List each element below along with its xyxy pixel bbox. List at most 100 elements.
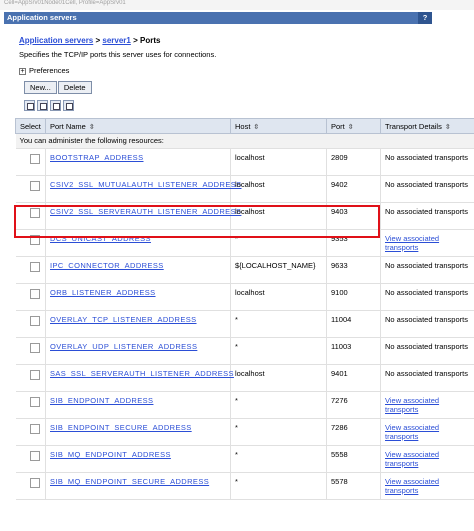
port-name-link[interactable]: SIB_MQ_ENDPOINT_ADDRESS <box>50 450 171 459</box>
port-name-cell: SIB_ENDPOINT_SECURE_ADDRESS <box>45 418 231 446</box>
view-transports-link[interactable]: View associated transports <box>385 477 439 495</box>
port-name-link[interactable]: OVERLAY_UDP_LISTENER_ADDRESS <box>50 342 197 351</box>
table-row: SIB_MQ_ENDPOINT_ADDRESS * 5558 View associa… <box>15 445 474 473</box>
row-checkbox[interactable] <box>29 370 40 380</box>
port-name-cell: CSIV2_SSL_MUTUALAUTH_LISTENER_ADDRESS <box>45 175 241 203</box>
table-row: OVERLAY_UDP_LISTENER_ADDRESS * 11003 No ass… <box>15 337 474 365</box>
table-header-row: Select Port Name ⇳ Host ⇳ Port ⇳ Transport … <box>15 118 474 134</box>
help-button[interactable]: ? <box>418 12 432 24</box>
port-name-link[interactable]: SIB_ENDPOINT_SECURE_ADDRESS <box>50 423 192 432</box>
view-transports-link[interactable]: View associated transports <box>385 423 439 441</box>
info-text: You can administer the following resourc… <box>15 133 474 149</box>
view-transports-link[interactable]: View associated transports <box>385 450 439 468</box>
expand-icon[interactable]: + <box>19 67 26 75</box>
host-cell: * <box>230 472 327 500</box>
sort-icon[interactable]: ⇳ <box>253 123 259 131</box>
header-port-name[interactable]: Port Name ⇳ <box>45 118 231 134</box>
host-cell: * <box>230 337 327 365</box>
sort-icon[interactable]: ⇳ <box>445 123 451 131</box>
row-checkbox[interactable] <box>29 343 40 353</box>
row-checkbox[interactable] <box>29 262 40 272</box>
port-name-cell: OVERLAY_TCP_LISTENER_ADDRESS <box>45 310 231 338</box>
header-transport-label[interactable]: Transport Details <box>385 122 442 131</box>
row-checkbox[interactable] <box>29 154 40 164</box>
transport-text: No associated transports <box>385 207 468 216</box>
host-cell: * <box>230 310 327 338</box>
table-row: SIB_MQ_ENDPOINT_SECURE_ADDRESS * 5578 View … <box>15 472 474 500</box>
port-name-link[interactable]: SIB_MQ_ENDPOINT_SECURE_ADDRESS <box>50 477 209 486</box>
transport-cell: No associated transports <box>380 310 474 338</box>
host-cell: * <box>230 445 327 473</box>
transport-cell: No associated transports <box>380 337 474 365</box>
table-row: ORB_LISTENER_ADDRESS localhost 9100 No asso… <box>15 283 474 311</box>
page-description: Specifies the TCP/IP ports this server u… <box>19 50 217 59</box>
row-checkbox[interactable] <box>29 316 40 326</box>
header-host-label[interactable]: Host <box>235 122 250 131</box>
row-checkbox[interactable] <box>29 424 40 434</box>
port-cell: 9100 <box>326 283 381 311</box>
port-name-link[interactable]: CSIV2_SSL_MUTUALAUTH_LISTENER_ADDRESS <box>50 180 242 189</box>
breadcrumb-separator: > <box>130 36 140 45</box>
table-row: SIB_ENDPOINT_ADDRESS * 7276 View associated… <box>15 391 474 419</box>
port-name-link[interactable]: SAS_SSL_SERVERAUTH_LISTENER_ADDRESS <box>50 369 234 378</box>
port-cell: 5558 <box>326 445 381 473</box>
table-toolbar <box>24 100 474 112</box>
delete-button[interactable]: Delete <box>57 81 92 94</box>
table-row: BOOTSTRAP_ADDRESS localhost 2809 No associa… <box>15 148 474 176</box>
preferences-label[interactable]: Preferences <box>29 66 69 75</box>
select-cell <box>15 175 46 203</box>
port-name-link[interactable]: BOOTSTRAP_ADDRESS <box>50 153 144 162</box>
context-strip: Cell=AppSrv01Node01Cell, Profile=AppSrv0… <box>0 0 474 10</box>
breadcrumb-current: Ports <box>139 36 161 45</box>
button-row: New... Delete <box>24 81 93 94</box>
port-name-link[interactable]: IPC_CONNECTOR_ADDRESS <box>50 261 164 270</box>
transport-cell: No associated transports <box>380 202 474 230</box>
header-port-name-label[interactable]: Port Name <box>50 122 86 131</box>
port-cell: 9402 <box>326 175 381 203</box>
breadcrumb-server1[interactable]: server1 <box>102 36 130 45</box>
select-all-icon[interactable] <box>24 100 35 111</box>
row-checkbox[interactable] <box>29 397 40 407</box>
breadcrumb-application-servers[interactable]: Application servers <box>19 36 93 45</box>
row-checkbox[interactable] <box>29 289 40 299</box>
info-row: You can administer the following resourc… <box>15 133 474 149</box>
transport-text: No associated transports <box>385 288 468 297</box>
header-transport[interactable]: Transport Details ⇳ <box>380 118 474 134</box>
host-cell: localhost <box>230 175 327 203</box>
transport-cell: No associated transports <box>380 256 474 284</box>
transport-cell: View associated transports <box>380 445 474 473</box>
transport-cell: No associated transports <box>380 364 474 392</box>
port-name-cell: SAS_SSL_SERVERAUTH_LISTENER_ADDRESS <box>45 364 234 392</box>
view-transports-link[interactable]: View associated transports <box>385 234 439 252</box>
new-button[interactable]: New... <box>24 81 57 94</box>
header-port-label[interactable]: Port <box>331 122 345 131</box>
view-transports-link[interactable]: View associated transports <box>385 396 439 414</box>
select-cell <box>15 472 46 500</box>
preferences-toggle[interactable]: + Preferences <box>19 66 69 75</box>
host-cell: ${LOCALHOST_NAME} <box>230 256 327 284</box>
port-name-cell: BOOTSTRAP_ADDRESS <box>45 148 231 176</box>
header-host[interactable]: Host ⇳ <box>230 118 327 134</box>
port-cell: 9401 <box>326 364 381 392</box>
sort-icon[interactable]: ⇳ <box>348 123 354 131</box>
show-filter-icon[interactable] <box>50 100 61 111</box>
port-name-cell: IPC_CONNECTOR_ADDRESS <box>45 256 231 284</box>
transport-text: No associated transports <box>385 261 468 270</box>
port-name-link[interactable]: SIB_ENDPOINT_ADDRESS <box>50 396 153 405</box>
clear-filter-icon[interactable] <box>63 100 74 111</box>
port-name-link[interactable]: ORB_LISTENER_ADDRESS <box>50 288 156 297</box>
port-name-link[interactable]: OVERLAY_TCP_LISTENER_ADDRESS <box>50 315 197 324</box>
sort-icon[interactable]: ⇳ <box>89 123 95 131</box>
row-checkbox[interactable] <box>29 478 40 488</box>
row-checkbox[interactable] <box>29 451 40 461</box>
deselect-all-icon[interactable] <box>37 100 48 111</box>
transport-text: No associated transports <box>385 153 468 162</box>
select-cell <box>15 418 46 446</box>
header-port[interactable]: Port ⇳ <box>326 118 381 134</box>
transport-cell: No associated transports <box>380 283 474 311</box>
table-row: IPC_CONNECTOR_ADDRESS ${LOCALHOST_NAME} 96… <box>15 256 474 284</box>
row-checkbox[interactable] <box>29 181 40 191</box>
header-select: Select <box>15 118 46 134</box>
select-cell <box>15 256 46 284</box>
host-cell: * <box>230 391 327 419</box>
